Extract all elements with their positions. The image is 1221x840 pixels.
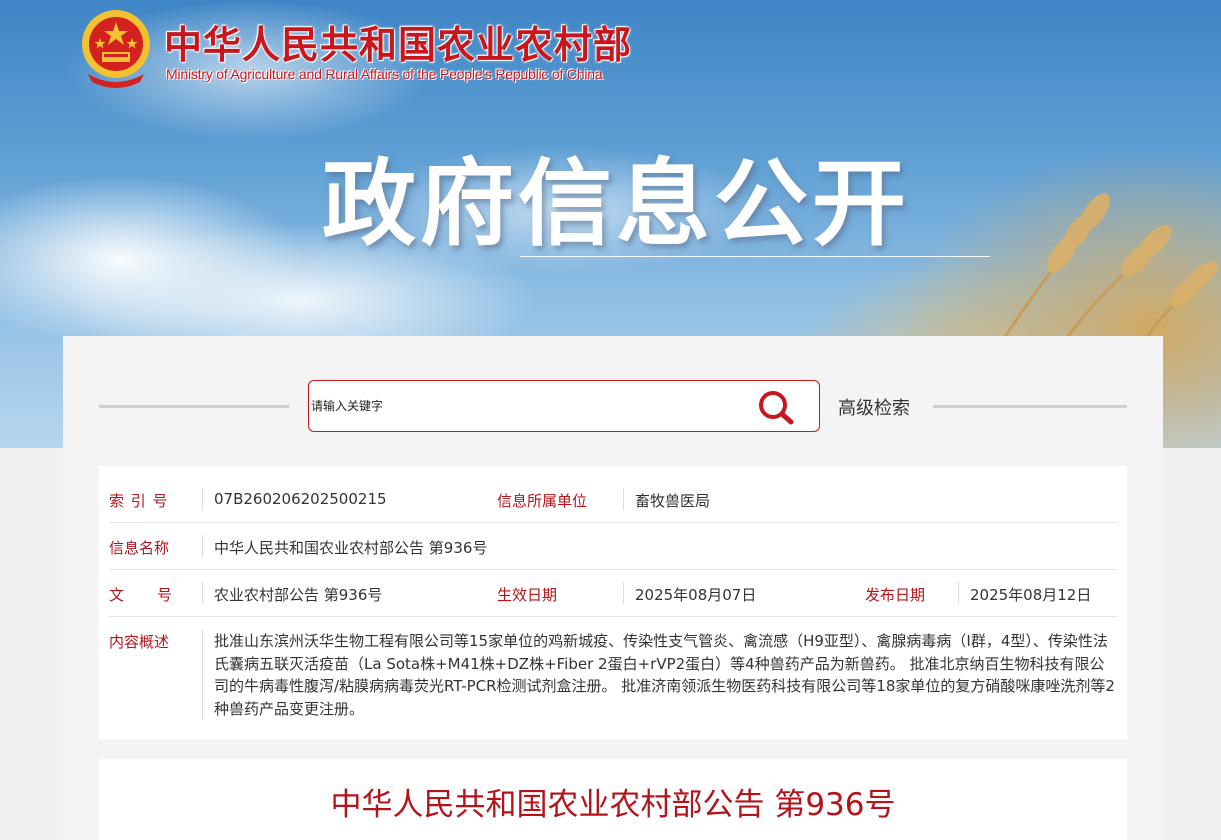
divider <box>623 582 624 604</box>
name-value: 中华人民共和国农业农村部公告 第936号 <box>214 539 488 557</box>
row-separator <box>109 522 1117 523</box>
name-label: 信息名称 <box>109 539 170 557</box>
search-divider-left <box>99 405 289 408</box>
advanced-search-link[interactable]: 高级检索 <box>838 394 910 420</box>
search-bar <box>308 380 820 432</box>
hero-title: 政府信息公开 <box>322 150 911 259</box>
search-divider-right <box>933 405 1127 408</box>
effective-date-label: 生效日期 <box>497 586 558 604</box>
search-input[interactable] <box>309 391 749 421</box>
divider <box>958 582 959 604</box>
publish-date-value: 2025年08月12日 <box>970 586 1092 604</box>
unit-label: 信息所属单位 <box>497 492 588 510</box>
effective-date-value: 2025年08月07日 <box>635 586 757 604</box>
divider <box>202 582 203 604</box>
summary-text: 批准山东滨州沃华生物工程有限公司等15家单位的鸡新城疫、传染性支气管炎、禽流感（… <box>214 632 1115 718</box>
ministry-name-cn[interactable]: 中华人民共和国农业农村部 <box>164 14 632 69</box>
divider <box>623 488 624 510</box>
divider <box>202 488 203 510</box>
hero-divider <box>520 256 990 257</box>
index-label: 索 引 号 <box>109 492 169 510</box>
row-separator <box>109 569 1117 570</box>
divider <box>202 535 203 557</box>
article-title: 中华人民共和国农业农村部公告 第936号 <box>330 787 896 823</box>
metadata-box: 索 引 号 07B260206202500215 信息所属单位 畜牧兽医局 信息… <box>99 466 1127 739</box>
row-separator <box>109 616 1117 617</box>
index-value: 07B260206202500215 <box>214 490 387 508</box>
doc-label-left: 文 <box>109 586 125 604</box>
unit-value: 畜牧兽医局 <box>635 492 711 510</box>
publish-date-label: 发布日期 <box>865 586 926 604</box>
ministry-name-en[interactable]: Ministry of Agriculture and Rural Affair… <box>166 66 603 82</box>
search-icon[interactable] <box>757 389 795 425</box>
summary-label: 内容概述 <box>109 633 170 651</box>
article-card: 中华人民共和国农业农村部公告 第936号 <box>99 759 1127 840</box>
doc-value: 农业农村部公告 第936号 <box>214 586 383 604</box>
divider <box>202 630 203 720</box>
national-emblem-icon[interactable] <box>78 8 154 88</box>
doc-label-right: 号 <box>157 586 173 604</box>
